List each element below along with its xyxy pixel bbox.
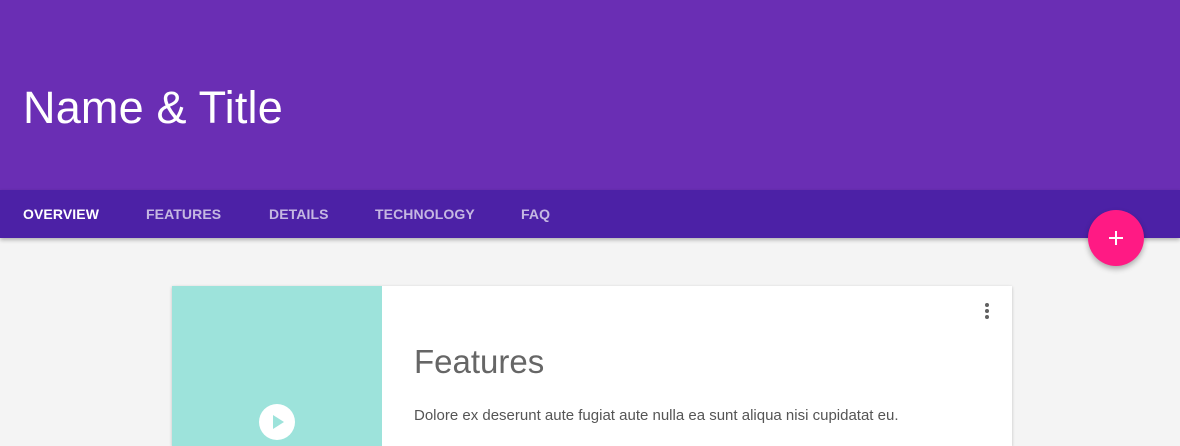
card-body-text: Dolore ex deserunt aute fugiat aute null… <box>414 407 899 424</box>
play-button[interactable] <box>259 404 295 440</box>
app-header: Name & Title <box>0 0 1180 190</box>
page-title: Name & Title <box>23 82 283 133</box>
tab-technology[interactable]: TECHNOLOGY <box>375 190 475 238</box>
add-fab-button[interactable] <box>1088 210 1144 266</box>
tab-details[interactable]: DETAILS <box>269 190 329 238</box>
play-icon <box>273 415 284 429</box>
card-media <box>172 286 382 446</box>
tab-faq[interactable]: FAQ <box>521 190 550 238</box>
card-title: Features <box>414 343 545 380</box>
more-menu-button[interactable] <box>976 300 998 322</box>
tab-features[interactable]: FEATURES <box>146 190 221 238</box>
features-card: Features Dolore ex deserunt aute fugiat … <box>172 286 1012 446</box>
tab-overview[interactable]: OVERVIEW <box>23 190 99 238</box>
tab-bar: OVERVIEW FEATURES DETAILS TECHNOLOGY FAQ <box>0 190 1180 238</box>
